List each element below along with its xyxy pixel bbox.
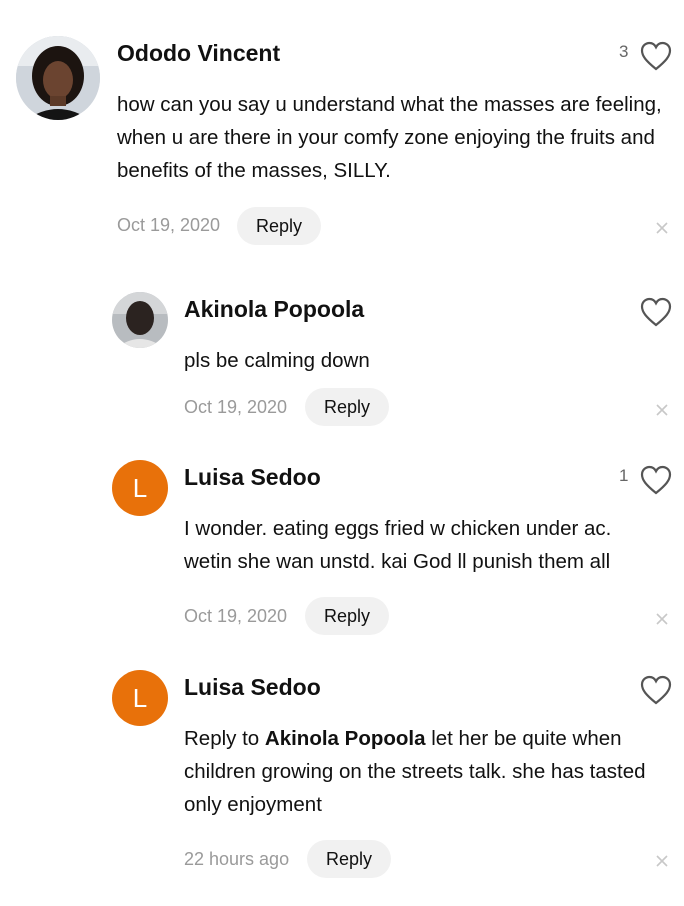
avatar[interactable]: L <box>112 460 168 516</box>
comment-date: 22 hours ago <box>184 849 290 869</box>
close-icon[interactable] <box>655 612 669 626</box>
profile-photo <box>16 36 100 120</box>
comment-date: Oct 19, 2020 <box>184 397 288 417</box>
comment-text: how can you say u understand what the ma… <box>117 93 662 182</box>
heart-outline-icon[interactable] <box>639 464 673 496</box>
heart-outline-icon[interactable] <box>639 40 673 72</box>
close-icon[interactable] <box>655 854 669 868</box>
reply-button[interactable]: Reply <box>305 388 389 426</box>
close-icon[interactable] <box>655 221 669 235</box>
reply-prefix: Reply to <box>184 727 265 750</box>
avatar[interactable]: L <box>112 670 168 726</box>
reply-button[interactable]: Reply <box>305 597 389 635</box>
like-count: 3 <box>619 42 629 61</box>
comment-text: I wonder. eating eggs fried w chicken un… <box>184 517 612 573</box>
heart-outline-icon[interactable] <box>639 674 673 706</box>
reply-button[interactable]: Reply <box>237 207 321 245</box>
comment-author[interactable]: Luisa Sedoo <box>184 464 321 491</box>
reply-to-user[interactable]: Akinola Popoola <box>265 727 426 750</box>
comment-author[interactable]: Ododo Vincent <box>117 40 280 67</box>
comment-author[interactable]: Akinola Popoola <box>184 296 364 323</box>
reply-button[interactable]: Reply <box>307 840 391 878</box>
comment-item: Ododo Vincent 3 how can you say u unders… <box>0 0 684 270</box>
comment-date: Oct 19, 2020 <box>184 606 288 626</box>
avatar[interactable] <box>16 36 100 120</box>
profile-photo <box>112 292 168 348</box>
comment-item: Akinola Popoola pls be calming down Oct … <box>0 270 684 450</box>
comment-author[interactable]: Luisa Sedoo <box>184 674 321 701</box>
avatar[interactable] <box>112 292 168 348</box>
close-icon[interactable] <box>655 403 669 417</box>
heart-outline-icon[interactable] <box>639 296 673 328</box>
comment-text: pls be calming down <box>184 349 370 372</box>
comment-date: Oct 19, 2020 <box>117 215 221 235</box>
comment-text: Reply to Akinola Popoola let her be quit… <box>184 722 679 821</box>
comment-item: L Luisa Sedoo Reply to Akinola Popoola l… <box>0 660 684 906</box>
like-count: 1 <box>619 466 629 485</box>
comment-item: L Luisa Sedoo 1 I wonder. eating eggs fr… <box>0 450 684 660</box>
